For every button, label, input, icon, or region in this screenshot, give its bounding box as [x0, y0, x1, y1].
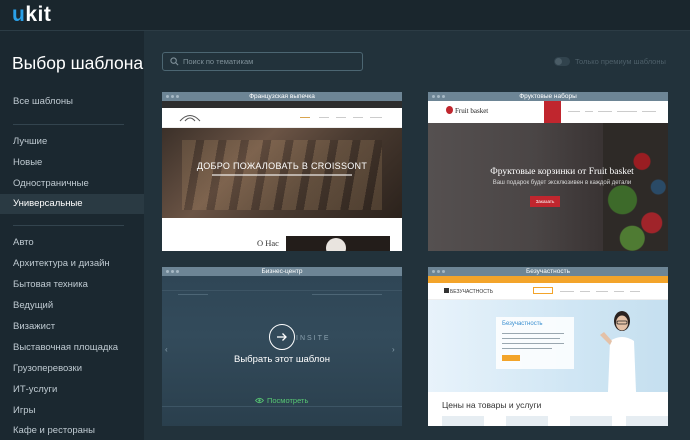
sidebar-divider [13, 124, 124, 125]
template-card-charity[interactable]: Безучастность БЕЗУЧАСТНОСТЬ Безучастност… [428, 267, 668, 426]
preview-top-strip [162, 101, 402, 108]
preview-nav-active [544, 101, 561, 123]
ukit-logo[interactable]: ukit [12, 3, 51, 27]
preview-section-title: Цены на товары и услуги [442, 400, 542, 410]
window-dot-icon [437, 95, 440, 98]
sidebar-item-cafes[interactable]: Кафе и рестораны [0, 421, 144, 440]
sidebar-item-makeup[interactable]: Визажист [0, 317, 144, 337]
search-icon [170, 57, 179, 66]
top-bar: ukit [0, 0, 690, 31]
template-card-french-bakery[interactable]: Французская выпечка ДОБРО ПОЖАЛОВАТЬ В C… [162, 92, 402, 251]
preview-template-link[interactable]: Посмотреть [267, 396, 308, 405]
preview-hero-title: Фруктовые корзинки от Fruit basket [490, 167, 634, 177]
premium-toggle[interactable] [554, 57, 570, 66]
sidebar-title: Выбор шаблона [12, 53, 144, 73]
sidebar-item-it[interactable]: ИТ-услуги [0, 380, 144, 400]
window-dot-icon [437, 270, 440, 273]
window-dot-icon [442, 95, 445, 98]
template-card-business-center[interactable]: Бизнес-центр ‹ › INSITE Выбрать этот шаб… [162, 267, 402, 426]
window-dot-icon [171, 270, 174, 273]
preview-hero-image: ДОБРО ПОЖАЛОВАТЬ В CROISSONT [162, 128, 402, 218]
sidebar-divider [13, 225, 124, 226]
preview-product-thumb [506, 416, 548, 426]
sidebar-item-one-page[interactable]: Одностраничные [0, 174, 144, 194]
template-card-title: Фруктовые наборы [428, 92, 668, 101]
sidebar: Выбор шаблона Все шаблоны Лучшие Новые О… [0, 31, 144, 440]
preview-product-thumb [626, 416, 668, 426]
sidebar-item-universal[interactable]: Универсальные [0, 194, 144, 214]
sidebar-item-host[interactable]: Ведущий [0, 296, 144, 316]
sidebar-item-all-templates[interactable]: Все шаблоны [0, 92, 144, 112]
template-card-title: Французская выпечка [162, 92, 402, 101]
fruit-logo-icon [446, 106, 453, 114]
preview-panel-title: Безучастность [502, 321, 543, 327]
preview-section-title: О Нас [257, 238, 279, 248]
preview-woman-photo [600, 311, 636, 392]
preview-product-thumb [570, 416, 612, 426]
preview-hero-subtitle: Ваш подарок будет эксклюзивен в каждой д… [492, 180, 632, 186]
search-box[interactable] [162, 52, 363, 71]
window-dot-icon [442, 270, 445, 273]
window-dot-icon [166, 95, 169, 98]
preview-chef-photo [286, 236, 390, 251]
window-dot-icon [176, 270, 179, 273]
template-card-title: Бизнес-центр [162, 267, 402, 276]
preview-product-thumb [442, 416, 484, 426]
window-dot-icon [432, 270, 435, 273]
sidebar-item-auto[interactable]: Авто [0, 233, 144, 253]
preview-panel-button [502, 355, 520, 361]
arrow-right-icon [277, 333, 287, 341]
preview-nav-active [533, 287, 553, 294]
preview-navbar [162, 108, 402, 128]
preview-order-button: Заказать [530, 196, 560, 207]
eye-icon [255, 397, 264, 404]
croissant-logo-icon [179, 115, 201, 122]
preview-hero-subtitle [212, 174, 352, 176]
window-dot-icon [176, 95, 179, 98]
window-dot-icon [166, 270, 169, 273]
sidebar-item-new[interactable]: Новые [0, 153, 144, 173]
select-template-button[interactable] [269, 324, 295, 350]
search-input[interactable] [183, 55, 353, 68]
charity-logo-icon [444, 288, 449, 293]
sidebar-item-freight[interactable]: Грузоперевозки [0, 359, 144, 379]
preview-brand: БЕЗУЧАСТНОСТЬ [450, 289, 493, 295]
sidebar-item-games[interactable]: Игры [0, 401, 144, 421]
sidebar-item-appliances[interactable]: Бытовая техника [0, 275, 144, 295]
template-card-title: Безучастность [428, 267, 668, 276]
preview-brand: Fruit basket [455, 107, 489, 115]
preview-watermark: INSITE [296, 335, 331, 342]
window-dot-icon [432, 95, 435, 98]
chevron-left-icon: ‹ [165, 345, 168, 354]
template-card-fruit-baskets[interactable]: Фруктовые наборы Fruit basket Фруктовые … [428, 92, 668, 251]
sidebar-item-best[interactable]: Лучшие [0, 132, 144, 152]
premium-toggle-label[interactable]: Только премиум шаблоны [575, 57, 666, 66]
preview-top-strip [428, 276, 668, 283]
sidebar-item-architecture[interactable]: Архитектура и дизайн [0, 254, 144, 274]
sidebar-item-exhibition[interactable]: Выставочная площадка [0, 338, 144, 358]
preview-fruit-photo [603, 123, 668, 251]
chevron-right-icon: › [392, 345, 395, 354]
select-template-label[interactable]: Выбрать этот шаблон [162, 354, 402, 365]
window-dot-icon [171, 95, 174, 98]
preview-hero-title: ДОБРО ПОЖАЛОВАТЬ В CROISSONT [196, 161, 368, 171]
